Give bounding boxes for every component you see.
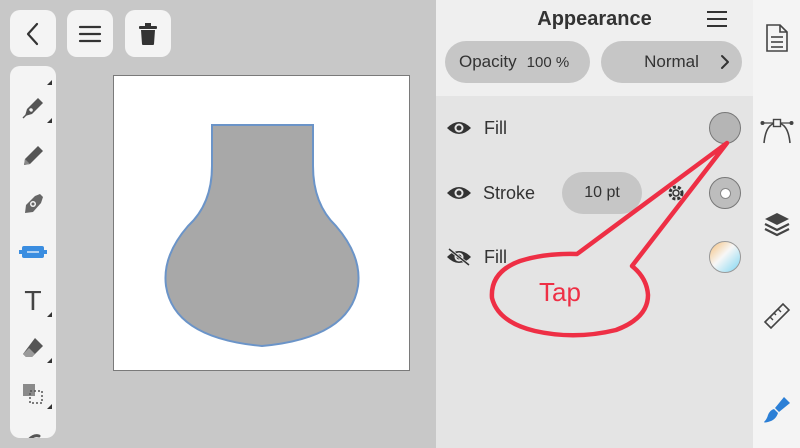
appearance-button[interactable] — [759, 392, 795, 428]
opacity-label: Opacity — [459, 52, 517, 71]
bezier-path-icon — [760, 118, 794, 144]
chevron-right-icon — [721, 55, 729, 69]
chevron-left-icon — [26, 22, 39, 45]
stroke-width-value: 10 pt — [584, 184, 620, 201]
flask-shape[interactable] — [114, 76, 411, 372]
blend-mode-value: Normal — [644, 52, 699, 71]
panel-header: Appearance Opacity 100 % Normal — [436, 0, 753, 96]
document-icon — [766, 24, 788, 52]
eraser-tool[interactable] — [10, 330, 56, 366]
ruler-icon — [763, 302, 791, 330]
tap-label: Tap — [539, 277, 581, 307]
delete-button[interactable] — [125, 10, 171, 57]
gradient-swatch[interactable] — [709, 241, 741, 273]
appearance-panel: Appearance Opacity 100 % Normal Fill Str… — [436, 0, 753, 448]
eye-icon[interactable] — [446, 119, 472, 137]
ruler-button[interactable] — [759, 298, 795, 334]
shape-tool-icon — [19, 246, 47, 258]
gear-icon[interactable] — [665, 182, 687, 204]
trash-icon — [139, 22, 157, 45]
document-button[interactable] — [759, 20, 795, 56]
eye-slash-icon[interactable] — [446, 248, 472, 266]
blend-mode-select[interactable]: Normal — [601, 41, 742, 83]
text-tool[interactable]: T — [10, 284, 56, 320]
stroke-label: Stroke — [483, 183, 536, 203]
tool-hidden-bottom[interactable] — [10, 418, 56, 438]
pen-tool[interactable] — [10, 90, 56, 126]
right-icon-bar — [753, 0, 800, 448]
opacity-control[interactable]: Opacity 100 % — [445, 41, 590, 83]
artboard[interactable] — [113, 75, 410, 371]
pen-tool-icon — [22, 98, 43, 119]
pencil-tool[interactable] — [10, 138, 56, 174]
text-tool-icon: T — [25, 287, 41, 317]
opacity-value: 100 % — [526, 53, 570, 71]
fill-label: Fill — [484, 118, 507, 138]
path-edit-button[interactable] — [759, 112, 795, 148]
tool-bar: T — [10, 66, 56, 438]
back-button[interactable] — [10, 10, 56, 57]
panel-menu-icon[interactable] — [706, 10, 728, 28]
vector-brush-tool[interactable] — [10, 186, 56, 222]
tool-hidden-top[interactable] — [10, 66, 56, 88]
transform-icon — [23, 384, 43, 404]
pencil-icon — [24, 146, 43, 165]
eye-icon[interactable] — [446, 184, 472, 202]
shape-tool[interactable] — [10, 234, 56, 270]
hamburger-icon — [78, 25, 102, 42]
brush-icon — [764, 397, 790, 423]
transform-tool[interactable] — [10, 376, 56, 412]
stroke-width-field[interactable]: 10 pt — [562, 172, 642, 214]
layers-button[interactable] — [759, 206, 795, 242]
stroke-color-swatch[interactable] — [709, 177, 741, 209]
layers-icon — [764, 213, 790, 237]
menu-button[interactable] — [67, 10, 113, 57]
fill-color-swatch[interactable] — [709, 112, 741, 144]
vector-brush-icon — [25, 194, 43, 213]
fill-hidden-label: Fill — [484, 247, 507, 267]
eraser-icon — [23, 338, 43, 357]
